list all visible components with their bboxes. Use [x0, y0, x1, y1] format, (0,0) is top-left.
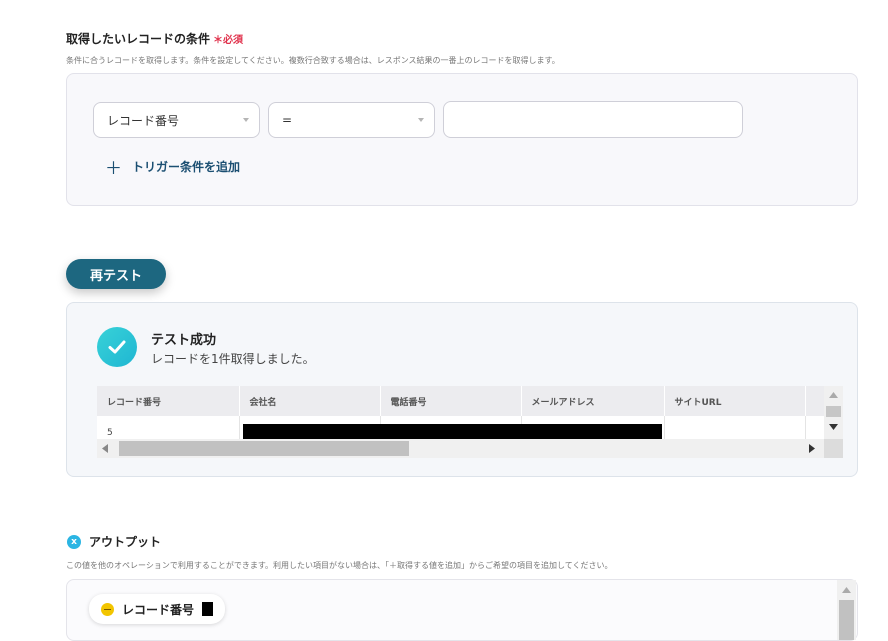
scroll-right-icon[interactable] [809, 444, 815, 453]
success-title: テスト成功 [151, 333, 217, 348]
column-header: 会社名 [239, 386, 381, 416]
output-description: この値を他のオペレーションで利用することができます。利用したい項目がない場合は、… [66, 561, 613, 570]
result-table-viewport: レコード番号 会社名 電話番号 メールアドレス サイトURL 5 [97, 386, 843, 460]
column-header: メールアドレス [521, 386, 665, 416]
output-panel: レコード番号 [66, 579, 858, 641]
conditions-panel: レコード番号 = ＋ トリガー条件を追加 [66, 73, 858, 206]
redaction-block [202, 602, 214, 616]
add-trigger-label: トリガー条件を追加 [132, 160, 241, 174]
conditions-title: 取得したいレコードの条件 ＊必須 [66, 30, 243, 47]
vertical-scrollbar[interactable] [824, 386, 843, 439]
add-trigger-condition-button[interactable]: ＋ トリガー条件を追加 [105, 154, 240, 179]
table-cell [664, 416, 806, 440]
chevron-down-icon [243, 118, 249, 122]
field-select[interactable]: レコード番号 [93, 102, 260, 138]
success-subtitle: レコードを1件取得しました。 [151, 352, 315, 366]
retest-button[interactable]: 再テスト [66, 259, 166, 289]
table-header-row: レコード番号 会社名 電話番号 メールアドレス サイトURL [97, 386, 836, 416]
required-label: 必須 [223, 35, 244, 46]
output-title: アウトプット [89, 535, 162, 549]
success-check-icon [97, 327, 137, 367]
output-header: x アウトプット [67, 533, 161, 550]
output-value-chip[interactable]: レコード番号 [89, 594, 226, 624]
output-chip-label: レコード番号 [122, 602, 195, 617]
horizontal-scrollbar[interactable] [97, 439, 824, 458]
required-mark: ＊ [213, 35, 224, 46]
output-icon: x [67, 534, 81, 549]
scroll-up-icon[interactable] [842, 587, 851, 593]
conditions-title-text: 取得したいレコードの条件 [66, 32, 211, 46]
test-result-panel: テスト成功 レコードを1件取得しました。 レコード番号 会社名 電話番号 メール… [66, 302, 858, 477]
operator-select-value: = [282, 113, 293, 127]
conditions-description: 条件に合うレコードを取得します。条件を設定してください。複数行合致する場合は、レ… [66, 56, 560, 65]
output-vertical-scrollbar[interactable] [837, 580, 856, 640]
column-header: サイトURL [664, 386, 806, 416]
chevron-down-icon [418, 118, 424, 122]
redaction-block [243, 424, 662, 439]
column-header: 電話番号 [380, 386, 522, 416]
scrollbar-corner [824, 439, 843, 458]
scroll-down-icon[interactable] [829, 424, 838, 430]
column-header: レコード番号 [97, 386, 240, 416]
output-type-icon [101, 602, 114, 616]
output-scrollbar-thumb[interactable] [839, 600, 854, 640]
condition-value-input[interactable] [443, 101, 743, 138]
scroll-left-icon[interactable] [102, 444, 108, 453]
scroll-up-icon[interactable] [829, 392, 838, 398]
plus-icon: ＋ [105, 159, 122, 179]
vertical-scrollbar-thumb[interactable] [826, 406, 841, 417]
operator-select[interactable]: = [268, 102, 435, 138]
horizontal-scrollbar-thumb[interactable] [119, 441, 409, 456]
table-cell: 5 [97, 416, 240, 440]
field-select-value: レコード番号 [107, 113, 180, 128]
required-badge: ＊必須 [213, 35, 243, 46]
